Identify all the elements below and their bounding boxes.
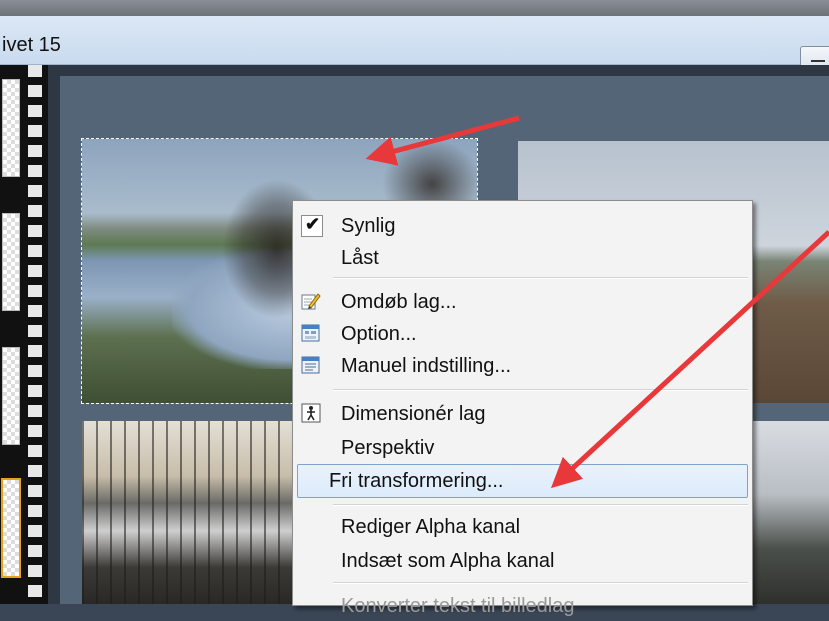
annotation-arrow	[550, 230, 829, 489]
annotation-arrow	[365, 115, 520, 166]
annotation-arrows	[365, 115, 829, 489]
